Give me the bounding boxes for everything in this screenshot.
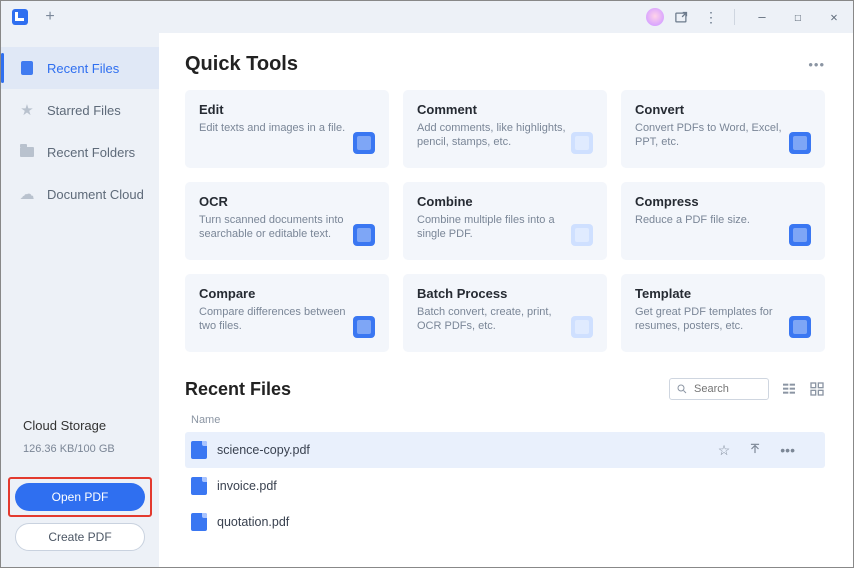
file-name: invoice.pdf: [217, 479, 277, 493]
open-pdf-label: Open PDF: [52, 490, 109, 504]
sidebar-item-starred-files[interactable]: ★ Starred Files: [1, 89, 159, 131]
cloud-storage-usage: 126.36 KB/100 GB: [23, 443, 141, 455]
window-close[interactable]: ✕: [821, 7, 847, 27]
card-title: Template: [635, 286, 811, 301]
quick-tool-card-ocr[interactable]: OCR Turn scanned documents into searchabl…: [185, 182, 389, 260]
new-tab-button[interactable]: +: [41, 8, 59, 26]
quick-tool-card-template[interactable]: Template Get great PDF templates for resu…: [621, 274, 825, 352]
view-grid-icon[interactable]: [809, 381, 825, 397]
window-minimize[interactable]: —: [749, 7, 775, 27]
open-pdf-button[interactable]: Open PDF: [15, 483, 145, 511]
card-title: Convert: [635, 102, 811, 117]
sidebar-item-label: Starred Files: [47, 103, 121, 118]
card-title: OCR: [199, 194, 375, 209]
card-desc: Reduce a PDF file size.: [635, 213, 785, 227]
kebab-menu-icon[interactable]: ⋮: [702, 9, 720, 26]
create-pdf-button[interactable]: Create PDF: [15, 523, 145, 551]
card-desc: Add comments, like highlights, pencil, s…: [417, 121, 567, 150]
sidebar-item-recent-folders[interactable]: Recent Folders: [1, 131, 159, 173]
sidebar-item-label: Document Cloud: [47, 187, 144, 202]
sidebar-item-document-cloud[interactable]: ☁ Document Cloud: [1, 173, 159, 215]
quick-tools-heading: Quick Tools: [185, 53, 298, 76]
file-row[interactable]: quotation.pdf☆•••: [185, 504, 825, 540]
recent-files-list: science-copy.pdf☆•••invoice.pdf☆•••quota…: [185, 432, 825, 540]
main-pane: Quick Tools ••• Edit Edit texts and image…: [159, 33, 853, 567]
sidebar-item-label: Recent Folders: [47, 145, 135, 160]
sidebar-item-recent-files[interactable]: Recent Files: [1, 47, 159, 89]
card-desc: Convert PDFs to Word, Excel, PPT, etc.: [635, 121, 785, 150]
sidebar: Recent Files ★ Starred Files Recent Fold…: [1, 33, 159, 567]
pdf-file-icon: [191, 513, 207, 531]
star-icon: ★: [19, 102, 35, 118]
file-name: quotation.pdf: [217, 515, 289, 529]
window-maximize[interactable]: ☐: [785, 7, 811, 27]
card-desc: Turn scanned documents into searchable o…: [199, 213, 349, 242]
card-icon: [787, 314, 813, 340]
card-desc: Get great PDF templates for resumes, pos…: [635, 305, 785, 334]
quick-tool-card-compare[interactable]: Compare Compare differences between two f…: [185, 274, 389, 352]
card-title: Compress: [635, 194, 811, 209]
quick-tools-more-icon[interactable]: •••: [808, 57, 825, 72]
cloud-storage-block: Cloud Storage 126.36 KB/100 GB: [1, 418, 159, 483]
file-name: science-copy.pdf: [217, 443, 310, 457]
row-more-icon[interactable]: •••: [780, 442, 795, 459]
card-title: Edit: [199, 102, 375, 117]
quick-tool-card-edit[interactable]: Edit Edit texts and images in a file.: [185, 90, 389, 168]
app-logo: [11, 8, 29, 26]
quick-tool-card-comment[interactable]: Comment Add comments, like highlights, pe…: [403, 90, 607, 168]
quick-tool-card-combine[interactable]: Combine Combine multiple files into a sin…: [403, 182, 607, 260]
star-outline-icon[interactable]: ☆: [718, 442, 731, 459]
card-title: Comment: [417, 102, 593, 117]
upload-icon[interactable]: [748, 442, 762, 459]
pdf-file-icon: [191, 441, 207, 459]
quick-tools-grid: Edit Edit texts and images in a file. Comm…: [185, 90, 825, 352]
quick-tool-card-batch-process[interactable]: Batch Process Batch convert, create, prin…: [403, 274, 607, 352]
quick-tool-card-compress[interactable]: Compress Reduce a PDF file size.: [621, 182, 825, 260]
cloud-icon: ☁: [19, 186, 35, 202]
card-icon: [569, 130, 595, 156]
sidebar-item-label: Recent Files: [47, 61, 119, 76]
create-pdf-label: Create PDF: [48, 530, 111, 544]
file-row[interactable]: science-copy.pdf ☆ •••: [185, 432, 825, 468]
search-icon: [676, 383, 688, 395]
view-list-icon[interactable]: [781, 381, 797, 397]
search-input[interactable]: [694, 383, 754, 395]
card-desc: Combine multiple files into a single PDF…: [417, 213, 567, 242]
card-icon: [569, 314, 595, 340]
column-header-name: Name: [185, 410, 825, 432]
card-icon: [351, 130, 377, 156]
card-title: Batch Process: [417, 286, 593, 301]
folder-icon: [19, 144, 35, 160]
recent-files-heading: Recent Files: [185, 379, 291, 400]
avatar[interactable]: [646, 8, 664, 26]
card-icon: [351, 222, 377, 248]
card-icon: [787, 130, 813, 156]
card-icon: [351, 314, 377, 340]
card-icon: [569, 222, 595, 248]
card-desc: Batch convert, create, print, OCR PDFs, …: [417, 305, 567, 334]
search-input-wrapper[interactable]: [669, 378, 769, 400]
share-icon[interactable]: [674, 10, 692, 25]
card-desc: Edit texts and images in a file.: [199, 121, 349, 135]
card-title: Compare: [199, 286, 375, 301]
cloud-storage-title: Cloud Storage: [23, 418, 141, 433]
card-icon: [787, 222, 813, 248]
titlebar: + ⋮ — ☐ ✕: [1, 1, 853, 33]
pdf-file-icon: [191, 477, 207, 495]
file-row[interactable]: invoice.pdf☆•••: [185, 468, 825, 504]
card-desc: Compare differences between two files.: [199, 305, 349, 334]
card-title: Combine: [417, 194, 593, 209]
quick-tool-card-convert[interactable]: Convert Convert PDFs to Word, Excel, PPT,…: [621, 90, 825, 168]
file-icon: [19, 60, 35, 76]
